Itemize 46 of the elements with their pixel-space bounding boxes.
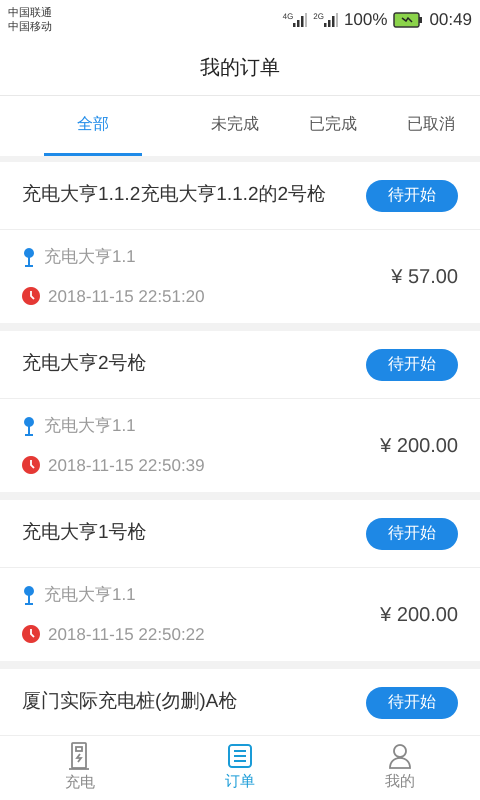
status-badge: 待开始	[366, 686, 458, 718]
page-title: 我的订单	[200, 56, 280, 80]
station-name: 充电大亨1.1	[44, 415, 136, 437]
network-type: 2G	[313, 13, 324, 21]
order-card[interactable]: 充电大亨1号枪 待开始 充电大亨1.1 2018-11-15 22:50:22 ¥ 200.00	[0, 500, 480, 661]
nav-tab[interactable]: 我的	[320, 736, 480, 800]
network-type: 4G	[282, 13, 294, 21]
filter-tab[interactable]: 全部	[44, 96, 142, 156]
order-price: ¥ 57.00	[391, 264, 458, 290]
filter-tab[interactable]: 已完成	[284, 96, 382, 156]
order-card[interactable]: 充电大亨1.1.2充电大亨1.1.2的2号枪 待开始 充电大亨1.1 2018-11-15 22:51:20 ¥ 57.00	[0, 162, 480, 323]
signal-icon	[293, 13, 308, 27]
charger-name: 充电大亨1号枪	[22, 521, 147, 546]
clock-time: 00:49	[429, 9, 472, 32]
carrier-name: 中国联通	[8, 6, 52, 20]
order-price: ¥ 200.00	[380, 434, 458, 458]
status-badge: 待开始	[366, 348, 458, 380]
order-time: 2018-11-15 22:51:20	[48, 286, 205, 308]
location-pin-icon	[22, 584, 36, 605]
clock-icon	[22, 625, 40, 644]
filter-tab[interactable]: 未完成	[186, 96, 284, 156]
location-pin-icon	[22, 416, 36, 436]
order-card[interactable]: 充电大亨2号枪 待开始 充电大亨1.1 2018-11-15 22:50:39 ¥ 200.00	[0, 331, 480, 492]
filter-tab[interactable]: 已取消	[382, 96, 480, 156]
station-name: 充电大亨1.1	[44, 246, 136, 268]
order-price: ¥ 200.00	[380, 602, 458, 628]
charger-name: 厦门实际充电桩(勿删)A枪	[22, 690, 238, 714]
battery-charging-icon	[393, 12, 424, 28]
charger-name: 充电大亨2号枪	[22, 352, 147, 376]
person-icon	[388, 742, 412, 769]
status-badge: 待开始	[366, 518, 458, 550]
charger-name: 充电大亨1.1.2充电大亨1.1.2的2号枪	[22, 183, 326, 208]
station-name: 充电大亨1.1	[44, 584, 136, 606]
signal-icon	[324, 13, 338, 27]
location-pin-icon	[22, 246, 36, 267]
order-time: 2018-11-15 22:50:39	[48, 454, 205, 476]
order-card[interactable]: 厦门实际充电桩(勿删)A枪 待开始	[0, 669, 480, 735]
clock-icon	[22, 287, 40, 306]
charging-pile-icon	[68, 742, 92, 770]
order-time: 2018-11-15 22:50:22	[48, 624, 205, 646]
carrier-name: 中国移动	[8, 20, 52, 34]
clock-icon	[22, 456, 40, 474]
status-badge: 待开始	[366, 180, 458, 212]
battery-percent: 100%	[344, 9, 388, 32]
list-icon	[227, 742, 253, 769]
nav-tab[interactable]: 充电	[0, 736, 160, 800]
